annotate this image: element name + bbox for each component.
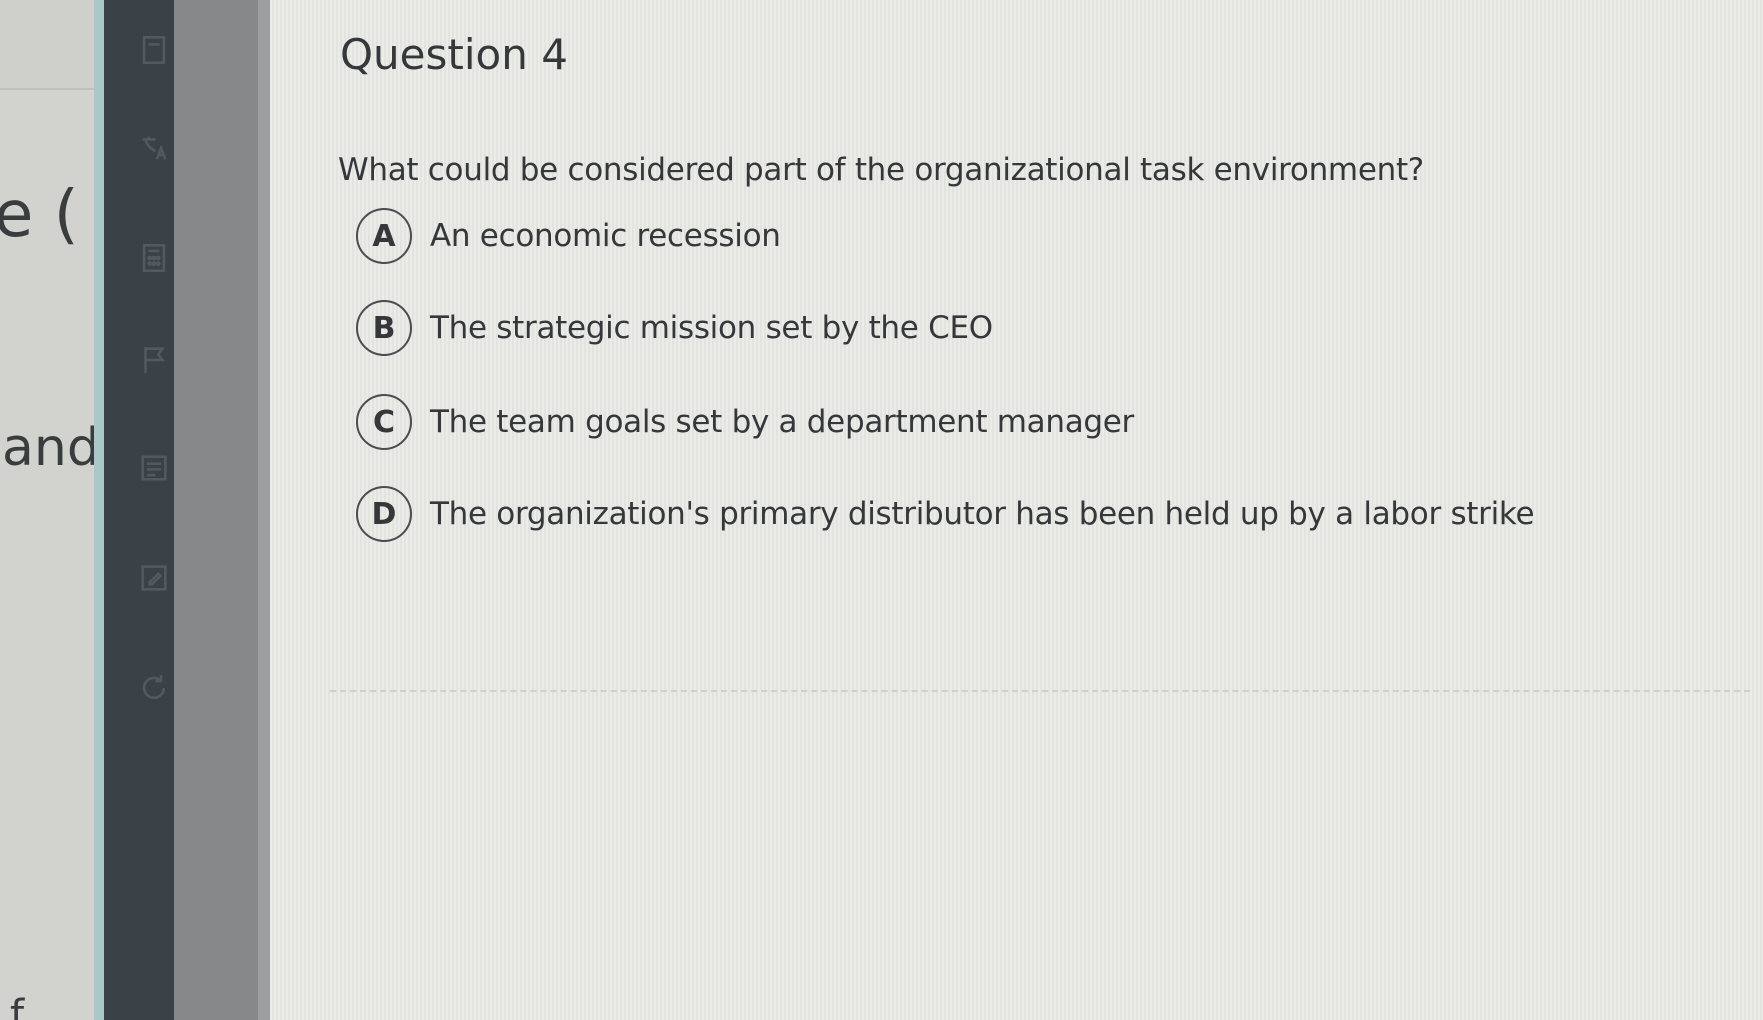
left-page-text-fragment: and [2,418,100,478]
answer-option-b[interactable]: B The strategic mission set by the CEO [356,298,993,358]
notes-icon[interactable] [134,448,174,488]
question-panel: Question 4 What could be considered part… [270,0,1763,1020]
answer-option-d[interactable]: D The organization's primary distributor… [356,484,1535,544]
option-label[interactable]: The team goals set by a department manag… [430,404,1134,440]
pencil-icon[interactable] [134,558,174,598]
question-title: Question 4 [340,30,568,79]
translate-icon[interactable] [134,128,174,168]
question-prompt: What could be considered part of the org… [338,152,1424,188]
option-label[interactable]: The strategic mission set by the CEO [430,310,993,346]
answer-option-c[interactable]: C The team goals set by a department man… [356,392,1134,452]
screen: e ( and f Question 4 What could be consi… [0,0,1763,1020]
answer-option-a[interactable]: A An economic recession [356,206,781,266]
option-label[interactable]: An economic recession [430,218,781,254]
option-letter-badge[interactable]: A [356,208,412,264]
calculator-icon[interactable] [134,238,174,278]
left-page-header [0,0,94,90]
option-letter-badge[interactable]: D [356,486,412,542]
option-letter-badge[interactable]: C [356,394,412,450]
refresh-icon[interactable] [134,668,174,708]
section-divider [330,690,1750,692]
option-letter-badge[interactable]: B [356,300,412,356]
tool-sidebar [104,0,174,1020]
document-icon[interactable] [134,30,174,70]
gutter [174,0,270,1020]
flag-icon[interactable] [134,340,174,380]
left-page-text-fragment: f [10,992,25,1020]
left-page-text-fragment: e ( [0,178,79,252]
option-label[interactable]: The organization's primary distributor h… [430,496,1535,532]
left-page-partial: e ( and f [0,0,104,1020]
